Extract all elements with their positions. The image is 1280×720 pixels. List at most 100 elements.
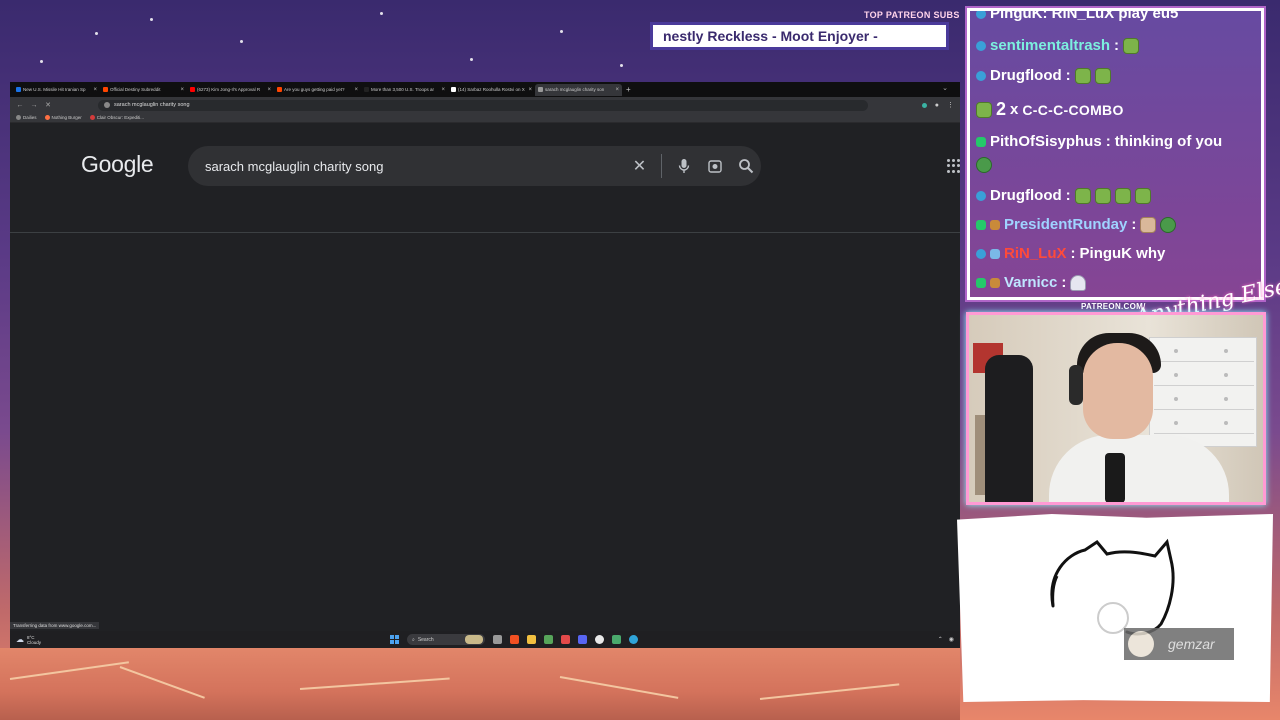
app-icon[interactable] [510,635,519,644]
discord-icon[interactable] [578,635,587,644]
tab-close-icon[interactable]: × [441,87,445,93]
microphone-icon[interactable] [668,146,699,186]
stop-loading-icon[interactable]: ✕ [44,101,52,109]
tab-search-chevron-icon[interactable]: ⌄ [942,84,948,92]
streamer-face [1083,343,1153,439]
weather-desc: Cloudy [27,639,42,645]
bookmark-item[interactable]: Clair Obscur: Expediti... [89,115,145,120]
address-bar[interactable]: sarach mcglauglin charity song [98,99,868,111]
alert-donor: gemzar [1124,628,1234,660]
extension-icon[interactable] [921,102,927,108]
tab-favicon-icon [364,87,369,92]
browser-tab[interactable]: Are you guys getting paid yet? × [274,84,361,96]
browser-tab[interactable]: Official Destiny Subreddit × [100,84,187,96]
app-icon[interactable] [544,635,553,644]
tab-close-icon[interactable]: × [528,87,532,93]
badge-icon [976,11,986,19]
badge-icon [976,219,986,230]
tab-label: Official Destiny Subreddit [110,87,161,92]
google-search-box[interactable]: sarach mcglauglin charity song ✕ [188,146,761,186]
tab-close-icon[interactable]: × [354,87,358,93]
tab-label: Are you guys getting paid yet? [284,87,345,92]
tab-favicon-icon [190,87,195,92]
tab-label: New U.S. Missile Hit Iranian Sp [23,87,86,92]
profile-icon[interactable]: ● [935,102,939,109]
bookmark-item[interactable]: Dailies [16,115,37,120]
browser-tab[interactable]: (14) Sarbaz Roohulla Rostvi on X × [448,84,535,96]
browser-toolbar: ← → ✕ sarach mcglauglin charity song ● ⋮ [10,97,960,113]
google-apps-icon[interactable] [947,159,961,173]
badge-icon [976,248,986,259]
bookmarks-bar: Dailies Nothing Burger Clair Obscur: Exped… [10,113,960,123]
google-results-page: Google sarach mcglauglin charity song ✕ [10,125,960,631]
chrome-icon[interactable] [595,635,604,644]
tab-close-icon[interactable]: × [615,87,619,93]
chat-message-partial: PinguK: RiN_LuX play eu5 [976,11,1178,22]
cat-doodle-panel [957,514,1273,702]
pepe-emote-icon [1134,187,1151,204]
frog-emote-icon [976,157,992,173]
site-info-icon[interactable] [104,102,110,108]
back-arrow-icon[interactable]: ← [16,102,24,109]
tab-close-icon[interactable]: × [93,87,97,93]
bookmark-label: Clair Obscur: Expediti... [96,115,145,120]
badge-icon [976,136,986,147]
emote-line [976,157,992,173]
file-explorer-icon[interactable] [527,635,536,644]
chat-message: PresidentRunday: [976,216,1177,233]
forward-arrow-icon[interactable]: → [30,102,38,109]
edge-icon[interactable] [629,635,638,644]
task-view-icon[interactable] [493,635,502,644]
tray-icon[interactable]: ◉ [949,636,954,643]
app-icon[interactable] [612,635,621,644]
bookmark-favicon-icon [16,115,21,120]
cat-doodle-icon [1050,538,1175,636]
browser-tab[interactable]: New U.S. Missile Hit Iranian Sp × [13,84,100,96]
weather-widget[interactable]: ☁ 8°C Cloudy [10,635,390,645]
tab-favicon-icon [103,87,108,92]
tray-chevron-icon[interactable]: ⌃ [938,636,943,643]
pepe-emote-icon [976,101,992,118]
tab-label: (6273) Kim Jong-Il's Approval R [197,87,261,92]
bookmark-item[interactable]: Nothing Burger [44,115,82,120]
windows-taskbar: ☁ 8°C Cloudy ⌕ Search ⌃ ◉ [10,631,960,648]
wave-badge-icon [990,248,1000,259]
ghost-emote-icon [1070,274,1087,291]
badge-icon [976,190,986,201]
tab-favicon-icon [451,87,456,92]
status-bar-text: Transferring data from www.google.com... [10,622,100,629]
app-icon[interactable] [561,635,570,644]
bookmark-favicon-icon [89,115,95,120]
google-logo[interactable]: Google [81,151,154,178]
new-tab-button[interactable]: + [622,85,631,94]
pepe-emote-icon [1094,187,1111,204]
tab-close-icon[interactable]: × [180,87,184,93]
chest-badge-icon [990,219,1000,230]
tab-favicon-icon [538,87,543,92]
tab-close-icon[interactable]: × [267,87,271,93]
dresser [1149,337,1257,447]
search-query[interactable]: sarach mcglauglin charity song [205,159,624,174]
address-text[interactable]: sarach mcglauglin charity song [114,102,190,108]
frog-emote-icon [1160,216,1177,233]
chat-message: Drugflood: [976,187,1151,204]
browser-tab[interactable]: More than 3,500 U.S. Troops ar × [361,84,448,96]
webcam-feed [966,312,1266,505]
browser-tab[interactable]: (6273) Kim Jong-Il's Approval R × [187,84,274,96]
clear-icon[interactable]: ✕ [624,146,655,186]
system-tray: ⌃ ◉ [938,636,960,643]
taskbar-search[interactable]: ⌕ Search [407,634,485,645]
windows-start-icon[interactable] [390,635,399,644]
menu-icon[interactable]: ⋮ [947,101,954,109]
camera-lens-icon[interactable] [699,146,730,186]
tab-label: sarach mcglauglin charity son [545,87,605,92]
browser-tab[interactable]: sarach mcglauglin charity son × [535,83,622,96]
tab-strip: New U.S. Missile Hit Iranian Sp × Official… [10,82,960,97]
donor-avatar [1128,631,1154,657]
patreon-ticker: nestly Reckless - Moot Enjoyer - [650,22,949,50]
pepe-emote-icon [1094,67,1111,84]
chat-message: sentimentaltrash: [976,37,1140,54]
search-icon[interactable] [730,146,761,186]
pepe-emote-icon [1123,37,1140,54]
chat-message: Varnicc: [976,274,1087,291]
